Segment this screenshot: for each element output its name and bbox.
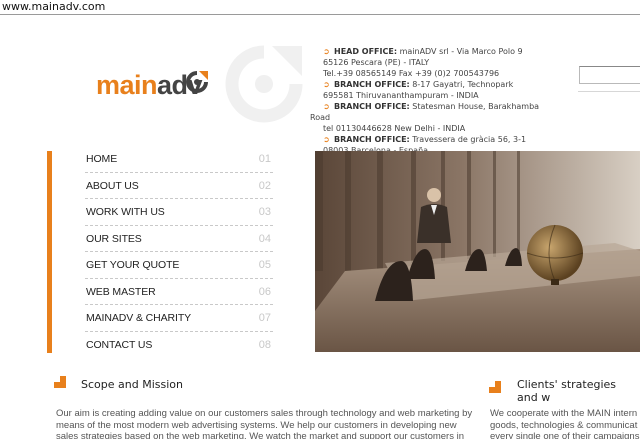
arrow-right-icon: ➲: [323, 80, 330, 89]
branch-office-line: ➲ BRANCH OFFICE: Statesman House, Barakha…: [323, 102, 540, 111]
menu-item-work-with-us[interactable]: WORK WITH US 03: [85, 199, 273, 226]
menu-item-charity[interactable]: MAINADV & CHARITY 07: [85, 305, 273, 332]
arrow-right-icon: ➲: [323, 47, 330, 56]
menu-item-contact-us[interactable]: CONTACT US 08: [85, 332, 273, 359]
clients-title: Clients' strategies and w: [517, 378, 617, 404]
menu-item-about-us[interactable]: ABOUT US 02: [85, 173, 273, 199]
menu-item-web-master[interactable]: WEB MASTER 06: [85, 279, 273, 305]
clients-text: We cooperate with the MAIN intern goods,…: [490, 408, 640, 439]
scope-section-icon: [54, 376, 70, 392]
divider: [578, 91, 640, 92]
url-text: www.mainadv.com: [2, 0, 106, 13]
arrow-right-icon: ➲: [323, 135, 330, 144]
menu-item-get-your-quote[interactable]: GET YOUR QUOTE 05: [85, 252, 273, 279]
head-office-line: ➲ HEAD OFFICE: mainADV srl - Via Marco Po…: [323, 47, 523, 56]
menu-item-home[interactable]: HOME 01: [85, 146, 273, 173]
branch-office-line: ➲ BRANCH OFFICE: Travessera de gràcia 56,…: [323, 135, 527, 144]
watermark-logo-icon: [225, 45, 303, 123]
clients-section-icon: [489, 381, 505, 397]
menu-accent-bar: [47, 151, 52, 353]
scope-title: Scope and Mission: [81, 378, 183, 391]
address-bar[interactable]: www.mainadv.com: [0, 0, 640, 15]
hero-image: [315, 151, 640, 352]
scope-text: Our aim is creating adding value on our …: [56, 408, 473, 439]
main-menu: HOME 01 ABOUT US 02 WORK WITH US 03 OUR SIT…: [85, 146, 273, 358]
office-addresses: ➲ HEAD OFFICE: mainADV srl - Via Marco Po…: [310, 46, 635, 156]
arrow-right-icon: ➲: [323, 102, 330, 111]
search-input[interactable]: [579, 66, 640, 84]
logo-arrow-icon: [186, 71, 208, 93]
menu-item-our-sites[interactable]: OUR SITES 04: [85, 226, 273, 252]
